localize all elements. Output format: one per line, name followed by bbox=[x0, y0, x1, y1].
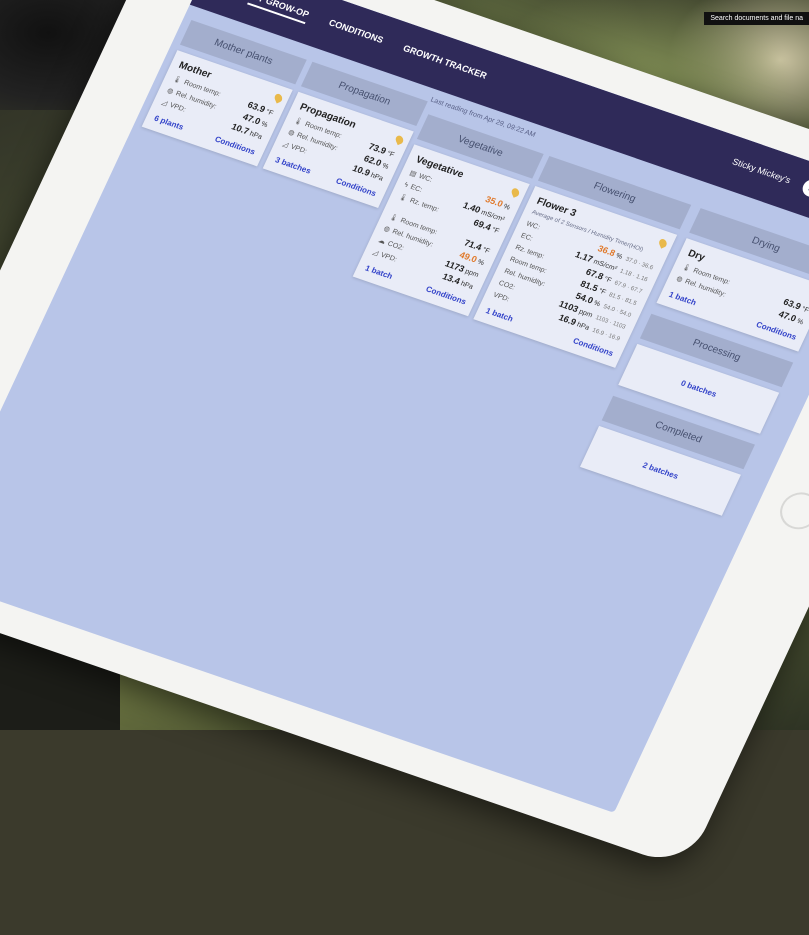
conditions-link[interactable]: Conditions bbox=[571, 336, 614, 358]
account-nav: Sticky Mickey's ⌂ ● ▲ bbox=[729, 153, 809, 220]
unit: % bbox=[795, 317, 805, 327]
unit: % bbox=[592, 299, 602, 309]
batch-link[interactable]: 1 batch bbox=[364, 264, 394, 281]
unit: °F bbox=[264, 108, 275, 118]
batches-link[interactable]: 3 batches bbox=[274, 155, 313, 175]
label-ec: EC: bbox=[519, 231, 534, 243]
unit: hPa bbox=[369, 172, 385, 183]
unit: hPa bbox=[248, 130, 264, 141]
account-name[interactable]: Sticky Mickey's bbox=[731, 156, 793, 185]
thermometer-icon: 🌡 bbox=[387, 213, 400, 223]
unit: °F bbox=[597, 287, 607, 297]
tab-my-grow-op[interactable]: MY GROW-OP bbox=[247, 0, 311, 25]
unit: °F bbox=[385, 150, 396, 159]
vpd-icon: ◿ bbox=[281, 140, 290, 149]
batch-link[interactable]: 1 batch bbox=[484, 306, 514, 323]
label-co2: CO2: bbox=[497, 279, 517, 292]
plants-link[interactable]: 6 plants bbox=[153, 114, 185, 132]
unit: % bbox=[259, 120, 269, 130]
unit: °F bbox=[481, 246, 491, 256]
tab-conditions[interactable]: CONDITIONS bbox=[325, 18, 385, 50]
ec-icon: ϟ bbox=[402, 181, 410, 189]
humidity-icon: ◍ bbox=[165, 87, 175, 96]
home-icon[interactable]: ⌂ bbox=[799, 177, 809, 200]
label-vpd: VPD: bbox=[379, 251, 398, 264]
label-vpd: VPD: bbox=[492, 291, 511, 303]
batch-link[interactable]: 1 batch bbox=[667, 290, 697, 307]
value-humidity: 47.0 bbox=[777, 308, 798, 324]
unit: hPa bbox=[575, 321, 591, 332]
unit: °F bbox=[490, 226, 501, 236]
co2-icon: ☁ bbox=[376, 237, 387, 246]
unit: % bbox=[380, 162, 390, 171]
range: 16.9 · 16.9 bbox=[591, 327, 621, 343]
value-vpd: 10.7 bbox=[229, 121, 251, 137]
value-vpd: 10.9 bbox=[350, 163, 372, 178]
substrate-icon: ▤ bbox=[408, 169, 418, 179]
value-vpd: 16.9 bbox=[557, 312, 578, 328]
unit: % bbox=[502, 203, 512, 212]
unit: hPa bbox=[459, 280, 475, 291]
thermometer-icon: 🌡 bbox=[292, 117, 304, 127]
unit: °F bbox=[800, 305, 809, 315]
humidity-icon: ◍ bbox=[382, 225, 392, 234]
unit: ppm bbox=[577, 308, 594, 320]
unit: ppm bbox=[463, 268, 480, 280]
unit: °F bbox=[602, 275, 613, 285]
value-vpd: 13.4 bbox=[440, 271, 462, 287]
label-vpd: VPD: bbox=[289, 143, 308, 155]
conditions-link[interactable]: Conditions bbox=[755, 320, 798, 342]
tab-growth-tracker[interactable]: GROWTH TRACKER bbox=[399, 43, 489, 85]
conditions-link[interactable]: Conditions bbox=[213, 135, 256, 157]
conditions-link[interactable]: Conditions bbox=[424, 285, 467, 307]
label-vpd: VPD: bbox=[168, 101, 187, 114]
unit: % bbox=[476, 258, 486, 268]
label-co2: CO2: bbox=[386, 240, 405, 252]
thermometer-icon: 🌡 bbox=[680, 263, 692, 273]
thermometer-icon: 🌡 bbox=[397, 193, 409, 203]
humidity-icon: ◍ bbox=[675, 275, 684, 284]
label-wc: WC: bbox=[525, 220, 542, 231]
tablet-device: ❀ MY GROW-OP CONDITIONS GROWTH TRACKER S… bbox=[0, 0, 809, 935]
vpd-icon: ◿ bbox=[160, 99, 169, 108]
label-ec: EC: bbox=[409, 183, 424, 194]
search-tooltip: Search documents and file na bbox=[704, 12, 809, 25]
home-button[interactable] bbox=[773, 487, 809, 535]
label-wc: WC: bbox=[417, 172, 434, 184]
vpd-icon: ◿ bbox=[371, 249, 380, 258]
unit: % bbox=[614, 252, 624, 261]
thermometer-icon: 🌡 bbox=[171, 75, 183, 85]
humidity-icon: ◍ bbox=[286, 129, 296, 138]
conditions-link[interactable]: Conditions bbox=[334, 176, 377, 198]
